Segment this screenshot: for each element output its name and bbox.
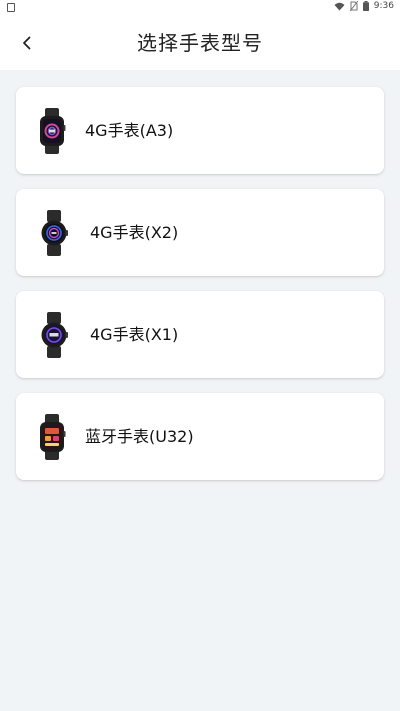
status-icons: 9:36 [334,1,394,11]
notification-icon [7,3,15,12]
page-title: 选择手表型号 [137,31,263,55]
chevron-left-icon [23,36,31,50]
watch-model-label: 4G手表(A3) [85,121,174,140]
wifi-icon [334,2,345,10]
watch-model-label: 4G手表(X1) [90,325,179,344]
watch-model-card-a3[interactable]: 4G手表(A3) [16,87,384,174]
back-button[interactable] [14,30,40,56]
watch-model-list: 4G手表(A3) 4G手表(X2) 4G手表(X1) 蓝牙手表(U32) [16,87,384,495]
watch-model-label: 4G手表(X2) [90,223,179,242]
watch-model-card-u32[interactable]: 蓝牙手表(U32) [16,393,384,480]
watch-model-card-x1[interactable]: 4G手表(X1) [16,291,384,378]
status-bar: 9:36 [0,0,400,16]
no-sim-icon [349,1,358,11]
watch-round-icon [41,210,68,256]
status-time: 9:36 [373,1,394,11]
battery-icon [362,1,369,11]
watch-square-icon [40,414,66,460]
watch-square-icon [40,108,66,154]
watch-model-card-x2[interactable]: 4G手表(X2) [16,189,384,276]
watch-model-label: 蓝牙手表(U32) [85,427,194,446]
watch-round-icon [41,312,68,358]
app-header: 选择手表型号 [0,16,400,70]
